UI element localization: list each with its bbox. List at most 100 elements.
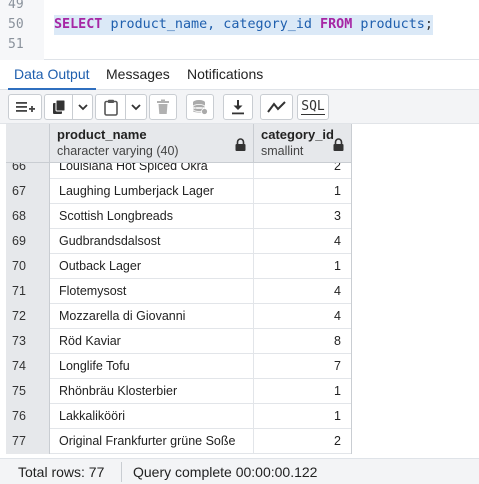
lock-icon [333, 138, 344, 151]
download-button[interactable] [223, 94, 253, 120]
line-number: 51 [8, 37, 24, 52]
chevron-down-icon [131, 104, 141, 111]
row-number-cell: 71 [6, 279, 50, 304]
tab-notifications[interactable]: Notifications [181, 60, 269, 90]
tab-messages[interactable]: Messages [100, 60, 176, 90]
sql-table: products [360, 17, 425, 32]
graph-icon [266, 101, 286, 113]
total-rows: Total rows: 77 [18, 464, 105, 480]
lock-icon [235, 138, 246, 151]
row-number-cell: 72 [6, 304, 50, 329]
table-row[interactable]: 68 Scottish Longbreads 3 [6, 204, 352, 229]
product-name-cell[interactable]: Longlife Tofu [50, 354, 254, 379]
graph-visualiser-button[interactable] [260, 94, 293, 120]
copy-button[interactable] [45, 95, 72, 119]
table-row[interactable]: 67 Laughing Lumberjack Lager 1 [6, 179, 352, 204]
paste-button-group[interactable] [95, 94, 147, 120]
sql-terminator: ; [424, 17, 433, 32]
category-id-cell[interactable]: 4 [254, 304, 352, 329]
sql-icon: SQL [301, 98, 325, 115]
category-id-cell[interactable]: 3 [254, 204, 352, 229]
query-status: Query complete 00:00:00.122 [133, 464, 318, 480]
table-row[interactable]: 73 Röd Kaviar 8 [6, 329, 352, 354]
sql-keyword-select: SELECT [54, 17, 103, 32]
row-number-cell: 66 [6, 163, 50, 179]
category-id-cell[interactable]: 1 [254, 179, 352, 204]
sql-columns: product_name, category_id [110, 17, 312, 32]
save-data-button[interactable] [186, 94, 214, 120]
table-row[interactable]: 77 Original Frankfurter grüne Soße 2 [6, 429, 352, 454]
add-row-button[interactable] [8, 94, 42, 120]
table-row[interactable]: 75 Rhönbräu Klosterbier 1 [6, 379, 352, 404]
data-output-toolbar: SQL [0, 90, 479, 124]
row-number-cell: 77 [6, 429, 50, 454]
line-number: 50 [8, 17, 24, 32]
delete-button[interactable] [149, 94, 177, 120]
column-header-category-id[interactable]: category_id smallint [254, 124, 352, 163]
copy-button-group[interactable] [44, 94, 93, 120]
grid-body[interactable]: 66 Louisiana Hot Spiced Okra 2 67 Laughing L… [6, 163, 352, 458]
product-name-cell[interactable]: Louisiana Hot Spiced Okra [50, 163, 254, 179]
line-number: 49 [8, 0, 24, 12]
category-id-cell[interactable]: 1 [254, 254, 352, 279]
sql-button[interactable]: SQL [297, 94, 329, 120]
copy-icon [52, 99, 66, 114]
category-id-cell[interactable]: 8 [254, 329, 352, 354]
row-number-cell: 73 [6, 329, 50, 354]
editor-line-active[interactable]: 50 SELECT product_name, category_id FROM… [0, 15, 479, 35]
paste-options-dropdown[interactable] [126, 95, 146, 119]
row-number-cell: 69 [6, 229, 50, 254]
column-type: character varying (40) [57, 144, 179, 158]
category-id-cell[interactable]: 1 [254, 404, 352, 429]
sql-query-text[interactable]: SELECT product_name, category_id FROM pr… [54, 15, 433, 35]
sql-editor[interactable]: 49 50 SELECT product_name, category_id F… [0, 0, 479, 60]
divider [121, 462, 122, 482]
row-number-cell: 67 [6, 179, 50, 204]
product-name-cell[interactable]: Scottish Longbreads [50, 204, 254, 229]
table-row[interactable]: 74 Longlife Tofu 7 [6, 354, 352, 379]
row-number-cell: 75 [6, 379, 50, 404]
product-name-cell[interactable]: Outback Lager [50, 254, 254, 279]
table-row[interactable]: 72 Mozzarella di Giovanni 4 [6, 304, 352, 329]
category-id-cell[interactable]: 4 [254, 229, 352, 254]
chevron-down-icon [78, 104, 88, 111]
category-id-cell[interactable]: 1 [254, 379, 352, 404]
output-tabs: Data Output Messages Notifications [0, 60, 479, 90]
category-id-cell[interactable]: 2 [254, 163, 352, 179]
product-name-cell[interactable]: Laughing Lumberjack Lager [50, 179, 254, 204]
grid-header: product_name character varying (40) cate… [6, 124, 352, 163]
product-name-cell[interactable]: Mozzarella di Giovanni [50, 304, 254, 329]
product-name-cell[interactable]: Original Frankfurter grüne Soße [50, 429, 254, 454]
table-row[interactable]: 71 Flotemysost 4 [6, 279, 352, 304]
row-number-cell: 70 [6, 254, 50, 279]
copy-options-dropdown[interactable] [73, 95, 92, 119]
table-row[interactable]: 66 Louisiana Hot Spiced Okra 2 [6, 163, 352, 179]
row-number-cell: 74 [6, 354, 50, 379]
product-name-cell[interactable]: Flotemysost [50, 279, 254, 304]
editor-line[interactable]: 49 [0, 0, 479, 15]
row-number-cell: 68 [6, 204, 50, 229]
table-row[interactable]: 76 Lakkalikööri 1 [6, 404, 352, 429]
paste-icon [103, 99, 118, 116]
product-name-cell[interactable]: Lakkalikööri [50, 404, 254, 429]
column-header-product-name[interactable]: product_name character varying (40) [50, 124, 254, 163]
paste-button[interactable] [96, 95, 125, 119]
status-bar: Total rows: 77 Query complete 00:00:00.1… [0, 458, 479, 484]
table-row[interactable]: 70 Outback Lager 1 [6, 254, 352, 279]
category-id-cell[interactable]: 4 [254, 279, 352, 304]
category-id-cell[interactable]: 7 [254, 354, 352, 379]
row-number-header[interactable] [6, 124, 50, 163]
product-name-cell[interactable]: Rhönbräu Klosterbier [50, 379, 254, 404]
category-id-cell[interactable]: 2 [254, 429, 352, 454]
delete-icon [157, 99, 169, 114]
table-row[interactable]: 69 Gudbrandsdalsost 4 [6, 229, 352, 254]
product-name-cell[interactable]: Röd Kaviar [50, 329, 254, 354]
editor-line[interactable]: 51 [0, 35, 479, 55]
row-number-cell: 76 [6, 404, 50, 429]
product-name-cell[interactable]: Gudbrandsdalsost [50, 229, 254, 254]
tab-data-output[interactable]: Data Output [8, 60, 96, 90]
save-data-icon [192, 100, 208, 115]
download-icon [232, 100, 244, 115]
add-row-icon [16, 102, 35, 112]
column-name: product_name [57, 127, 147, 142]
